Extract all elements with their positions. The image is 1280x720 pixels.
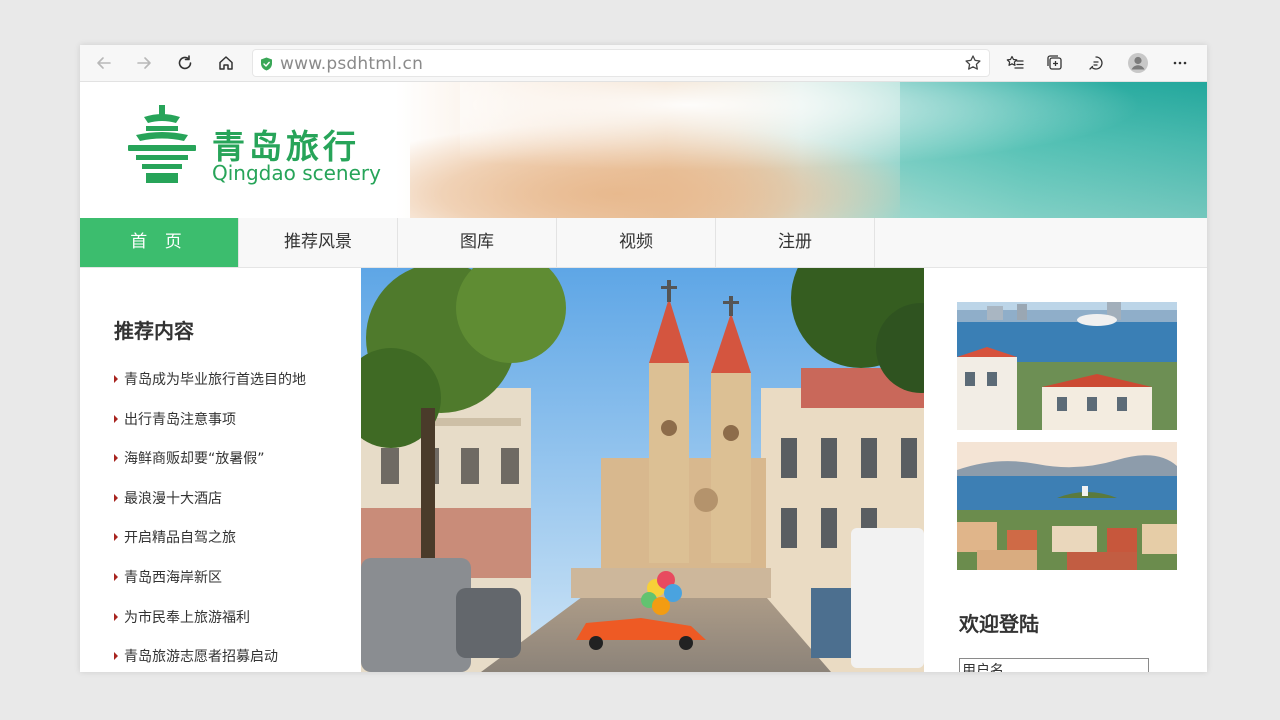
- nav-item-home[interactable]: 首 页: [80, 218, 239, 267]
- list-item[interactable]: 出行青岛注意事项: [114, 409, 306, 449]
- bullet-triangle-icon: [114, 414, 118, 423]
- site-subtitle: Qingdao scenery: [212, 161, 381, 185]
- favorite-star-icon[interactable]: [964, 54, 982, 76]
- collections-icon[interactable]: [1043, 51, 1067, 75]
- feedback-icon[interactable]: [1084, 51, 1108, 75]
- bullet-triangle-icon: [114, 493, 118, 502]
- url-text: www.psdhtml.cn: [280, 54, 424, 74]
- recommended-sidebar: 推荐内容 青岛成为毕业旅行首选目的地 出行青岛注意事项 海鲜商贩却要“放暑假” …: [80, 268, 361, 672]
- sidebar-heading: 推荐内容: [114, 319, 194, 343]
- bullet-triangle-icon: [114, 454, 118, 463]
- favorites-list-icon[interactable]: [1003, 51, 1027, 75]
- qingdao-tower-logo-icon: [128, 105, 196, 183]
- username-input[interactable]: [959, 658, 1149, 672]
- home-icon[interactable]: [214, 51, 238, 75]
- list-item[interactable]: 为市民奉上旅游福利: [114, 607, 306, 647]
- hero-church-photo[interactable]: [361, 268, 924, 672]
- bullet-triangle-icon: [114, 572, 118, 581]
- nav-item-register[interactable]: 注册: [716, 218, 875, 267]
- browser-toolbar: www.psdhtml.cn: [80, 45, 1207, 82]
- main-nav: 首 页 推荐风景 图库 视频 注册: [80, 218, 1207, 268]
- list-item[interactable]: 青岛旅游志愿者招募启动: [114, 646, 306, 672]
- secure-shield-icon: [260, 56, 273, 75]
- forward-icon[interactable]: [132, 51, 156, 75]
- site-header-banner: 青岛旅行 Qingdao scenery: [80, 82, 1207, 218]
- wave-foam-decoration: [460, 82, 1207, 182]
- nav-item-video[interactable]: 视频: [557, 218, 716, 267]
- coast-photo[interactable]: [957, 442, 1177, 570]
- right-column: 欢迎登陆: [924, 268, 1207, 672]
- browser-window: www.psdhtml.cn 青岛旅行 Qingdao scenery 首 页 …: [80, 45, 1207, 672]
- profile-avatar-icon[interactable]: [1126, 51, 1150, 75]
- nav-item-gallery[interactable]: 图库: [398, 218, 557, 267]
- login-heading: 欢迎登陆: [959, 612, 1039, 636]
- recommended-list: 青岛成为毕业旅行首选目的地 出行青岛注意事项 海鲜商贩却要“放暑假” 最浪漫十大…: [114, 369, 306, 672]
- list-item[interactable]: 海鲜商贩却要“放暑假”: [114, 448, 306, 488]
- bullet-triangle-icon: [114, 533, 118, 542]
- back-icon[interactable]: [92, 51, 116, 75]
- address-bar[interactable]: www.psdhtml.cn: [252, 49, 990, 77]
- nav-item-recommended-scenery[interactable]: 推荐风景: [239, 218, 398, 267]
- refresh-icon[interactable]: [173, 51, 197, 75]
- list-item[interactable]: 开启精品自驾之旅: [114, 527, 306, 567]
- bullet-triangle-icon: [114, 375, 118, 383]
- bullet-triangle-icon: [114, 612, 118, 621]
- list-item[interactable]: 青岛西海岸新区: [114, 567, 306, 607]
- bullet-triangle-icon: [114, 652, 118, 661]
- list-item[interactable]: 青岛成为毕业旅行首选目的地: [114, 369, 306, 409]
- list-item[interactable]: 最浪漫十大酒店: [114, 488, 306, 528]
- more-menu-icon[interactable]: [1168, 51, 1192, 75]
- harbor-photo[interactable]: [957, 302, 1177, 430]
